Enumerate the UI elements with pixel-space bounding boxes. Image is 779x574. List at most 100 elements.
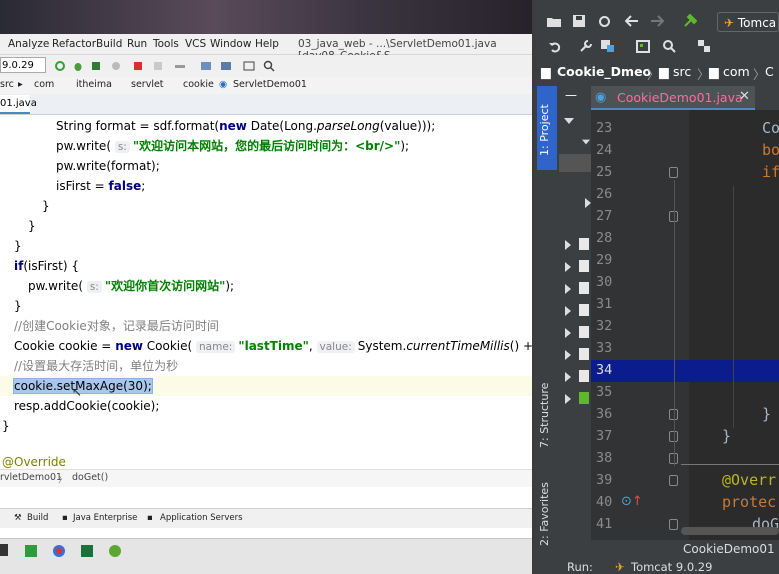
crumb-com[interactable]: com (723, 64, 750, 79)
line-number[interactable]: 23 (596, 120, 626, 136)
tool-build[interactable]: Build (27, 513, 48, 523)
taskbar-app-icon-1[interactable] (0, 544, 8, 556)
tomcat-version-select[interactable]: 9.0.29 ⌄ (0, 57, 46, 87)
menu-run[interactable]: Run (127, 38, 147, 50)
code-line[interactable]: } (0, 416, 532, 436)
code-line[interactable]: resp.addCookie(cookie); (0, 396, 532, 416)
crumb-src[interactable]: src (0, 79, 14, 90)
expand-arrow-icon[interactable] (582, 138, 590, 146)
crumb-cookie[interactable]: cookie (183, 79, 214, 90)
code-line[interactable]: } (0, 236, 532, 256)
project-structure-icon[interactable] (220, 60, 232, 72)
collapsed-arrow-icon[interactable] (565, 394, 571, 404)
favorites-tool-label[interactable]: 2: Favorites (538, 482, 551, 546)
menu-refactor[interactable]: Refactor (52, 38, 96, 50)
line-number[interactable]: 31 (596, 296, 626, 312)
search-icon[interactable] (263, 60, 275, 72)
line-number[interactable]: 24 (596, 142, 626, 158)
menu-help[interactable]: Help (255, 38, 279, 50)
refresh-icon[interactable] (54, 60, 66, 72)
code-line[interactable]: String format = sdf.format(new Date(Long… (0, 116, 532, 136)
override-gutter-icon[interactable]: ⊙↑ (621, 494, 643, 509)
line-number[interactable]: 36 (596, 406, 626, 422)
collapsed-arrow-icon[interactable] (565, 240, 571, 250)
stop-icon[interactable] (132, 60, 144, 72)
project-structure-icon[interactable] (601, 40, 615, 53)
services-icon[interactable] (697, 39, 711, 53)
code-line[interactable]: } (0, 216, 532, 236)
forward-arrow-icon[interactable] (650, 15, 664, 27)
sync-icon[interactable] (598, 15, 611, 28)
line-number[interactable]: 33 (596, 340, 626, 356)
code-line[interactable]: //创建Cookie对象，记录最后访问时间 (0, 316, 532, 336)
method-crumb-doget[interactable]: doGet() (72, 472, 108, 483)
undo-icon[interactable] (549, 40, 562, 53)
line-number[interactable]: 39 (596, 472, 626, 488)
crumb-servletdemo01[interactable]: ServletDemo01 (233, 79, 307, 90)
code-line[interactable]: } (0, 196, 532, 216)
menu-vcs[interactable]: VCS (185, 38, 206, 50)
save-icon[interactable] (573, 15, 585, 27)
collapsed-arrow-icon[interactable] (565, 372, 571, 382)
run-anything-icon[interactable] (243, 60, 255, 72)
crumb-class[interactable]: C (765, 64, 774, 79)
run-config-select[interactable]: ✈ Tomca (717, 12, 779, 32)
method-crumb-class[interactable]: rvletDemo01 (0, 472, 62, 483)
collapsed-arrow-icon[interactable] (565, 350, 571, 360)
coverage-icon[interactable] (90, 60, 102, 72)
line-number[interactable]: 41 (596, 516, 626, 532)
back-arrow-icon[interactable] (625, 15, 639, 27)
profile-icon[interactable] (110, 60, 122, 72)
line-number[interactable]: 38 (596, 450, 626, 466)
code-line[interactable]: //设置最大存活时间，单位为秒 (0, 356, 532, 376)
menu-analyze[interactable]: Analyze (8, 38, 49, 50)
crumb-com[interactable]: com (34, 79, 54, 90)
close-icon[interactable]: ✕ (739, 89, 750, 104)
line-number[interactable]: 25 (596, 164, 626, 180)
menu-build[interactable]: Build (96, 38, 122, 50)
horizontal-scrollbar[interactable] (681, 527, 779, 535)
menu-window[interactable]: Window (210, 38, 251, 50)
crumb-src[interactable]: src (673, 64, 691, 79)
crumb-itheima[interactable]: itheima (76, 79, 112, 90)
debug-icon[interactable] (72, 60, 84, 72)
build-hammer-icon[interactable] (683, 14, 697, 28)
line-number[interactable]: 37 (596, 428, 626, 444)
attach-icon[interactable] (152, 60, 164, 72)
line-number[interactable]: 35 (596, 384, 626, 400)
collapsed-arrow-icon[interactable] (565, 306, 571, 316)
editor-tab-cookiedemo01[interactable]: ◉ CookieDemo01.java ✕ (591, 86, 755, 110)
code-line[interactable]: pw.write(format); (0, 156, 532, 176)
code-line[interactable]: } (0, 296, 532, 316)
fold-marker-icon[interactable] (669, 519, 678, 530)
code-line[interactable]: Cookie cookie = new Cookie( name: "lastTi… (0, 336, 557, 356)
expand-arrow-icon[interactable] (564, 116, 574, 126)
code-line[interactable]: if(isFirst) { (0, 256, 532, 276)
menu-tools[interactable]: Tools (153, 38, 179, 50)
crumb-project[interactable]: Cookie_Dmeo (557, 64, 651, 79)
tree-selected-row[interactable] (559, 154, 591, 172)
collapsed-arrow-icon[interactable] (565, 328, 571, 338)
run-config-name[interactable]: Tomcat 9.0.29 (631, 560, 712, 574)
taskbar-app-icon-5[interactable] (108, 544, 122, 558)
crumb-servlet[interactable]: servlet (131, 79, 164, 90)
settings-wrench-icon[interactable] (579, 40, 592, 53)
search-icon[interactable] (662, 39, 676, 53)
collapsed-arrow-icon[interactable] (565, 284, 571, 294)
code-line[interactable]: pw.write( s: "欢迎你首次访问网站"); (0, 276, 532, 296)
build-project-icon[interactable] (174, 60, 186, 72)
frame-icon[interactable] (636, 40, 650, 53)
taskbar-app-icon-2[interactable] (24, 544, 38, 558)
taskbar-app-icon-4[interactable] (80, 544, 94, 558)
collapsed-arrow-icon[interactable] (565, 262, 571, 272)
open-folder-icon[interactable] (547, 16, 561, 28)
line-number[interactable]: 27 (596, 208, 626, 224)
editor-tab-servletdemo01[interactable]: 01.java (0, 95, 37, 114)
sdk-icon[interactable] (200, 60, 212, 72)
structure-tool-label[interactable]: 7: Structure (538, 383, 551, 448)
minimize-icon[interactable]: — (565, 88, 577, 102)
line-number[interactable]: 29 (596, 252, 626, 268)
line-number[interactable]: 28 (596, 230, 626, 246)
line-number[interactable]: 34 (596, 362, 626, 378)
taskbar-app-icon-3[interactable] (52, 544, 66, 558)
